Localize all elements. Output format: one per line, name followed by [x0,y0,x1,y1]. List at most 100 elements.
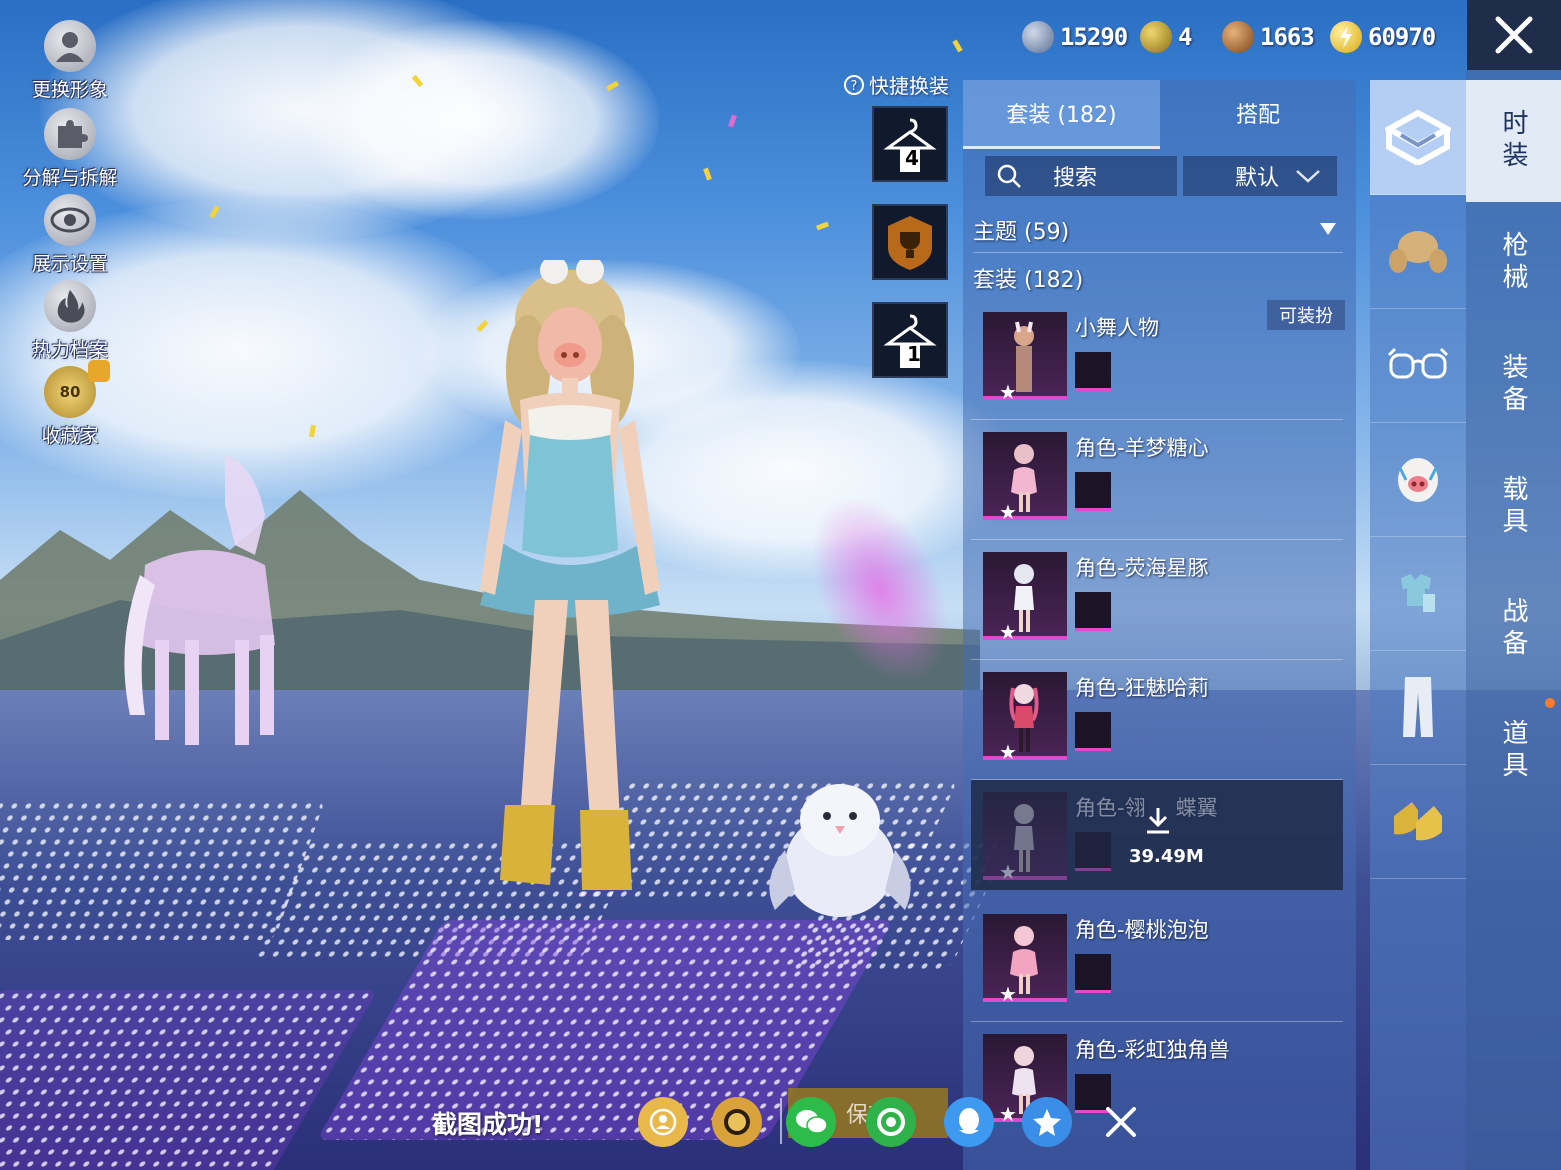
currency-value: 4 [1178,23,1192,51]
star-icon: ★ [999,860,1017,884]
star-icon: ★ [999,982,1017,1006]
star-icon: ★ [999,740,1017,764]
currency-lightning[interactable]: 60970 [1330,18,1436,56]
list-item[interactable]: ★ 角色-羊梦糖心 [971,420,1343,540]
confetti [728,114,737,128]
bronze-coin-icon [1222,21,1254,53]
currency-gold-badge[interactable]: 4 [1140,18,1192,56]
item-sub-thumbnail [1075,472,1111,511]
side-tab-label: 载具 [1498,475,1528,539]
tab-equipment[interactable]: 装备 [1466,324,1561,446]
currency-value: 15290 [1060,23,1128,51]
category-hair[interactable] [1370,194,1466,309]
flame-icon [44,280,96,332]
star-icon: ★ [999,1102,1017,1126]
tab-suits[interactable]: 套装 (182) [963,80,1160,149]
heat-profile-button[interactable]: 热力档案 [20,280,120,362]
item-sub-thumbnail [1075,352,1111,391]
share-peace-elite-button[interactable] [712,1097,762,1147]
quick-slot-2[interactable] [872,204,948,280]
tab-matching[interactable]: 搭配 [1160,80,1356,146]
sort-dropdown[interactable]: 默认 [1183,156,1337,196]
help-icon: ? [844,74,864,95]
star-icon: ★ [999,380,1017,404]
theme-group-header[interactable]: 主题 (59) [973,214,1343,246]
tab-items[interactable]: 道具 [1466,690,1561,812]
list-item[interactable]: ★ 小舞人物 [971,300,1343,420]
slot-number: 1 [907,342,921,366]
item-sub-thumbnail [1075,832,1111,871]
moments-icon [877,1108,905,1136]
tab-fashion[interactable]: 时装 [1466,80,1561,202]
close-icon [1106,1107,1136,1137]
search-button[interactable]: 搜索 [985,156,1177,196]
item-thumbnail: ★ [983,914,1067,1006]
side-tab-label: 道具 [1498,719,1528,783]
triangle-down-icon [1320,223,1336,235]
qzone-icon [1033,1109,1061,1136]
download-size: 39.49M [1129,846,1204,867]
dismantle-button[interactable]: 分解与拆解 [20,108,120,190]
share-moments-button[interactable] [866,1097,916,1147]
currency-bronze[interactable]: 1663 [1222,18,1315,56]
category-shoes[interactable] [1370,764,1466,879]
pants-icon [1403,677,1433,737]
tab-weapons[interactable]: 枪械 [1466,202,1561,324]
item-name-head: 角色-翎 [1075,796,1146,820]
collector-button[interactable]: 80 收藏家 [20,360,120,448]
tab-battle-prep[interactable]: 战备 [1466,568,1561,690]
share-wechat-button[interactable] [786,1097,836,1147]
item-name: 小舞人物 [1075,316,1159,340]
search-icon [997,164,1021,188]
item-name: 角色-彩虹独角兽 [1075,1038,1230,1062]
category-suit[interactable] [1370,80,1466,195]
tab-vehicles[interactable]: 载具 [1466,446,1561,568]
star-icon: ★ [999,620,1017,644]
puzzle-icon [44,108,96,160]
change-avatar-button[interactable]: 更换形象 [20,20,120,102]
item-thumbnail: ★ [983,432,1067,524]
category-outfit[interactable] [1370,536,1466,651]
currency-silver[interactable]: 15290 [1022,18,1128,56]
slot-number: 4 [905,146,919,170]
side-tab-label: 装备 [1498,353,1528,417]
item-sub-thumbnail [1075,712,1111,751]
list-item[interactable]: ★ 角色-樱桃泡泡 [971,902,1343,1022]
item-thumbnail: ★ [983,672,1067,764]
divider [973,252,1343,253]
category-mask[interactable] [1370,422,1466,537]
star-icon: ★ [999,500,1017,524]
quick-slot-1[interactable]: 4 [872,106,948,182]
qq-icon [959,1108,979,1134]
list-item[interactable]: ★ 角色-狂魅哈莉 [971,660,1343,780]
close-button[interactable] [1467,0,1561,70]
share-game-friend-button[interactable] [638,1097,688,1147]
collector-level: 80 [59,383,81,401]
glasses-icon [1387,347,1449,379]
suit-box-icon [1385,109,1451,165]
gift-icon [88,360,110,382]
close-icon [1495,16,1533,54]
sort-label: 默认 [1235,166,1280,191]
item-thumbnail: ★ [983,312,1067,404]
item-sub-thumbnail [1075,954,1111,993]
cloud [300,20,660,220]
close-share-button[interactable] [1096,1097,1146,1147]
gold-badge-icon [1140,21,1172,53]
hair-icon [1389,231,1447,273]
pig-mask-icon [1398,458,1438,502]
display-settings-button[interactable]: 展示设置 [20,194,120,276]
category-glasses[interactable] [1370,308,1466,423]
share-qzone-button[interactable] [1022,1097,1072,1147]
quick-slot-3[interactable]: 1 [872,302,948,378]
quick-change-label[interactable]: ? 快捷换装 [843,70,949,99]
floor-tile [0,990,378,1170]
game-friend-icon [649,1108,677,1136]
list-item-downloading[interactable]: ★ 角色-翎 蝶翼 39.49M [971,780,1343,890]
share-qq-button[interactable] [944,1097,994,1147]
silver-coin-icon [1022,21,1054,53]
menu-label: 更换形象 [31,79,108,101]
item-name: 角色-荧海星豚 [1075,556,1209,580]
list-item[interactable]: ★ 角色-荧海星豚 [971,540,1343,660]
category-pants[interactable] [1370,650,1466,765]
